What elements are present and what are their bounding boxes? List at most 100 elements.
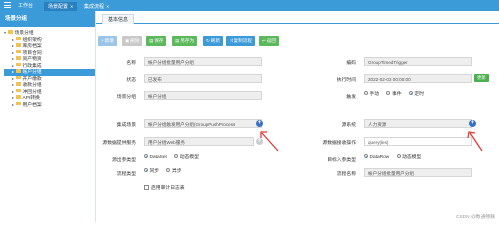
folder-icon: [16, 82, 21, 86]
tgt-op-label: 源数据接收操作: [322, 141, 356, 146]
annotation-arrow-right: [467, 131, 483, 152]
arrow-shaft: [261, 132, 279, 152]
refresh-button[interactable]: ↻刷新: [203, 36, 223, 46]
flow-type-option-sync[interactable]: 同步: [144, 168, 160, 174]
radio-icon: [386, 91, 391, 96]
name-field[interactable]: 帐户分组批量用户分组: [144, 57, 262, 66]
plus-icon: +: [101, 38, 104, 43]
subtab-bar: 基本信息: [96, 11, 499, 24]
src-type-option-dynamic[interactable]: 动态模型: [174, 154, 199, 160]
tgt-type-label: 目标入参类型: [327, 158, 356, 163]
folder-icon: [16, 49, 21, 54]
tab-label: 工作台: [18, 3, 34, 9]
back-icon: ↩: [262, 38, 266, 43]
trash-icon: ▣: [125, 38, 130, 43]
close-icon[interactable]: ✕: [106, 4, 109, 9]
folder-icon: [16, 36, 21, 41]
folder-icon: [16, 62, 21, 67]
status-label: 状态: [126, 78, 136, 83]
group-label: 场景分组: [116, 95, 136, 100]
save-as-button-label: 另存为: [180, 38, 195, 43]
tgt-type-option-datarow[interactable]: DataRow: [364, 154, 390, 160]
src-iface-field[interactable]: 用户分组Web服务: [144, 137, 254, 146]
audit-log-checkbox[interactable]: [144, 185, 149, 190]
exec-time-label: 执行时间: [336, 78, 356, 83]
tab-basic-info[interactable]: 基本信息: [102, 14, 135, 24]
tree-item-label: 库房档案: [22, 44, 42, 49]
sidebar-title: 场景分组: [0, 11, 95, 27]
flow-type-option-label: 同步: [149, 169, 160, 174]
src-type-radio-group: DataSet 动态模型: [144, 154, 205, 162]
radio-checked-icon: [144, 168, 148, 173]
trigger-option-label: 手动: [369, 92, 380, 97]
arrow-shaft: [469, 132, 483, 152]
tree-item-label: 项目合同: [22, 50, 42, 56]
add-source-icon[interactable]: +: [469, 120, 476, 127]
menu-icon[interactable]: [4, 2, 11, 9]
tgt-type-option-dynamic[interactable]: 动态模型: [396, 154, 422, 160]
radio-icon: [166, 168, 171, 173]
flow-type-option-async[interactable]: 异步: [166, 168, 182, 174]
back-button-label: 返回: [266, 38, 276, 43]
tree-item-label: 资产物资: [22, 57, 42, 62]
add-button[interactable]: +新增: [98, 36, 117, 46]
flow-type-label: 流程类型: [116, 172, 136, 177]
flow-name-label: 流程名称: [336, 172, 356, 177]
trigger-radio-group: 手动 事件 定时: [364, 91, 430, 99]
save-button[interactable]: ▤保存: [146, 36, 167, 46]
copy-flow-button-label: 复制流程: [233, 38, 252, 43]
tree-item[interactable]: ▸ 用户档案: [4, 102, 95, 109]
tab-scene-config[interactable]: 场景配置 ✕: [44, 2, 78, 11]
radio-checked-icon: [364, 154, 368, 159]
delete-button[interactable]: ▣删除: [122, 36, 143, 46]
tree-item-label: API转换: [22, 96, 40, 101]
folder-icon: [16, 56, 21, 60]
name-label: 名称: [126, 61, 136, 66]
close-icon[interactable]: ✕: [70, 4, 73, 9]
tree-item-label: 冲回分组: [22, 89, 42, 95]
sidebar: 场景分组 ▾ 场景分组 ▸ 组织架构 ▸ 库房档案 ▸ 项目合同 ▸ 资产物资 ▸ 行政集成…: [0, 11, 96, 222]
add-button-label: 新增: [104, 38, 114, 43]
trigger-option-timed[interactable]: 定时: [408, 91, 425, 97]
tree-item-label: 账户分组: [22, 70, 42, 75]
update-button[interactable]: 更新: [474, 74, 489, 82]
tree-item-label: 行政集成: [22, 63, 42, 69]
source-label: 源系统: [341, 123, 356, 128]
group-tree: ▾ 场景分组 ▸ 组织架构 ▸ 库房档案 ▸ 项目合同 ▸ 资产物资 ▸ 行政集成 ▸ 账户分…: [0, 27, 95, 108]
exec-time-field[interactable]: 2022-02-02 00:00:00: [364, 74, 472, 83]
folder-icon: [16, 101, 21, 106]
src-type-option-dataset[interactable]: DataSet: [144, 154, 167, 160]
copy-icon: ⤨: [229, 38, 233, 43]
top-tab-bar: 工作台 场景配置 ✕ 集成流程 ✕: [0, 0, 499, 11]
flow-name-field[interactable]: 帐户分组批量用户分组: [364, 168, 472, 177]
code-field[interactable]: GroupTimedTrigger: [364, 57, 472, 66]
save-as-button[interactable]: ▤另存为: [172, 36, 198, 46]
tgt-type-option-label: 动态模型: [402, 155, 422, 160]
refresh-button-label: 刷新: [210, 38, 220, 43]
folder-icon: [8, 30, 13, 34]
tgt-type-radio-group: DataRow 动态模型: [364, 154, 427, 162]
back-button[interactable]: ↩返回: [259, 36, 279, 46]
folder-icon: [16, 69, 21, 73]
copy-flow-button[interactable]: ⤨复制流程: [226, 36, 255, 46]
folder-icon: [16, 95, 21, 99]
watermark: CSDN @数通畅联: [456, 215, 495, 220]
integ-field[interactable]: 帐户分组触发用户分组(GroupPushProcess: [144, 119, 262, 128]
folder-icon: [16, 88, 21, 93]
trigger-label: 触发: [346, 95, 356, 100]
tab-workbench[interactable]: 工作台: [14, 2, 37, 11]
tab-label: 场景配置: [48, 4, 69, 10]
trigger-option-event[interactable]: 事件: [386, 91, 402, 97]
add-scene-icon[interactable]: +: [256, 120, 263, 127]
tgt-type-option-label: DataRow: [369, 155, 390, 160]
tree-item-label: 开户缴款: [22, 76, 42, 82]
save-button-label: 保存: [154, 38, 164, 43]
refresh-icon: ↻: [206, 38, 210, 43]
group-field[interactable]: 帐户分组: [144, 91, 262, 100]
status-field: 已发布: [144, 74, 262, 83]
trigger-option-manual[interactable]: 手动: [364, 91, 380, 97]
src-type-option-label: 动态模型: [179, 155, 199, 160]
save-as-icon: ▤: [175, 38, 180, 43]
trigger-option-label: 定时: [414, 92, 425, 97]
tab-integration-flow[interactable]: 集成流程 ✕: [80, 2, 113, 11]
